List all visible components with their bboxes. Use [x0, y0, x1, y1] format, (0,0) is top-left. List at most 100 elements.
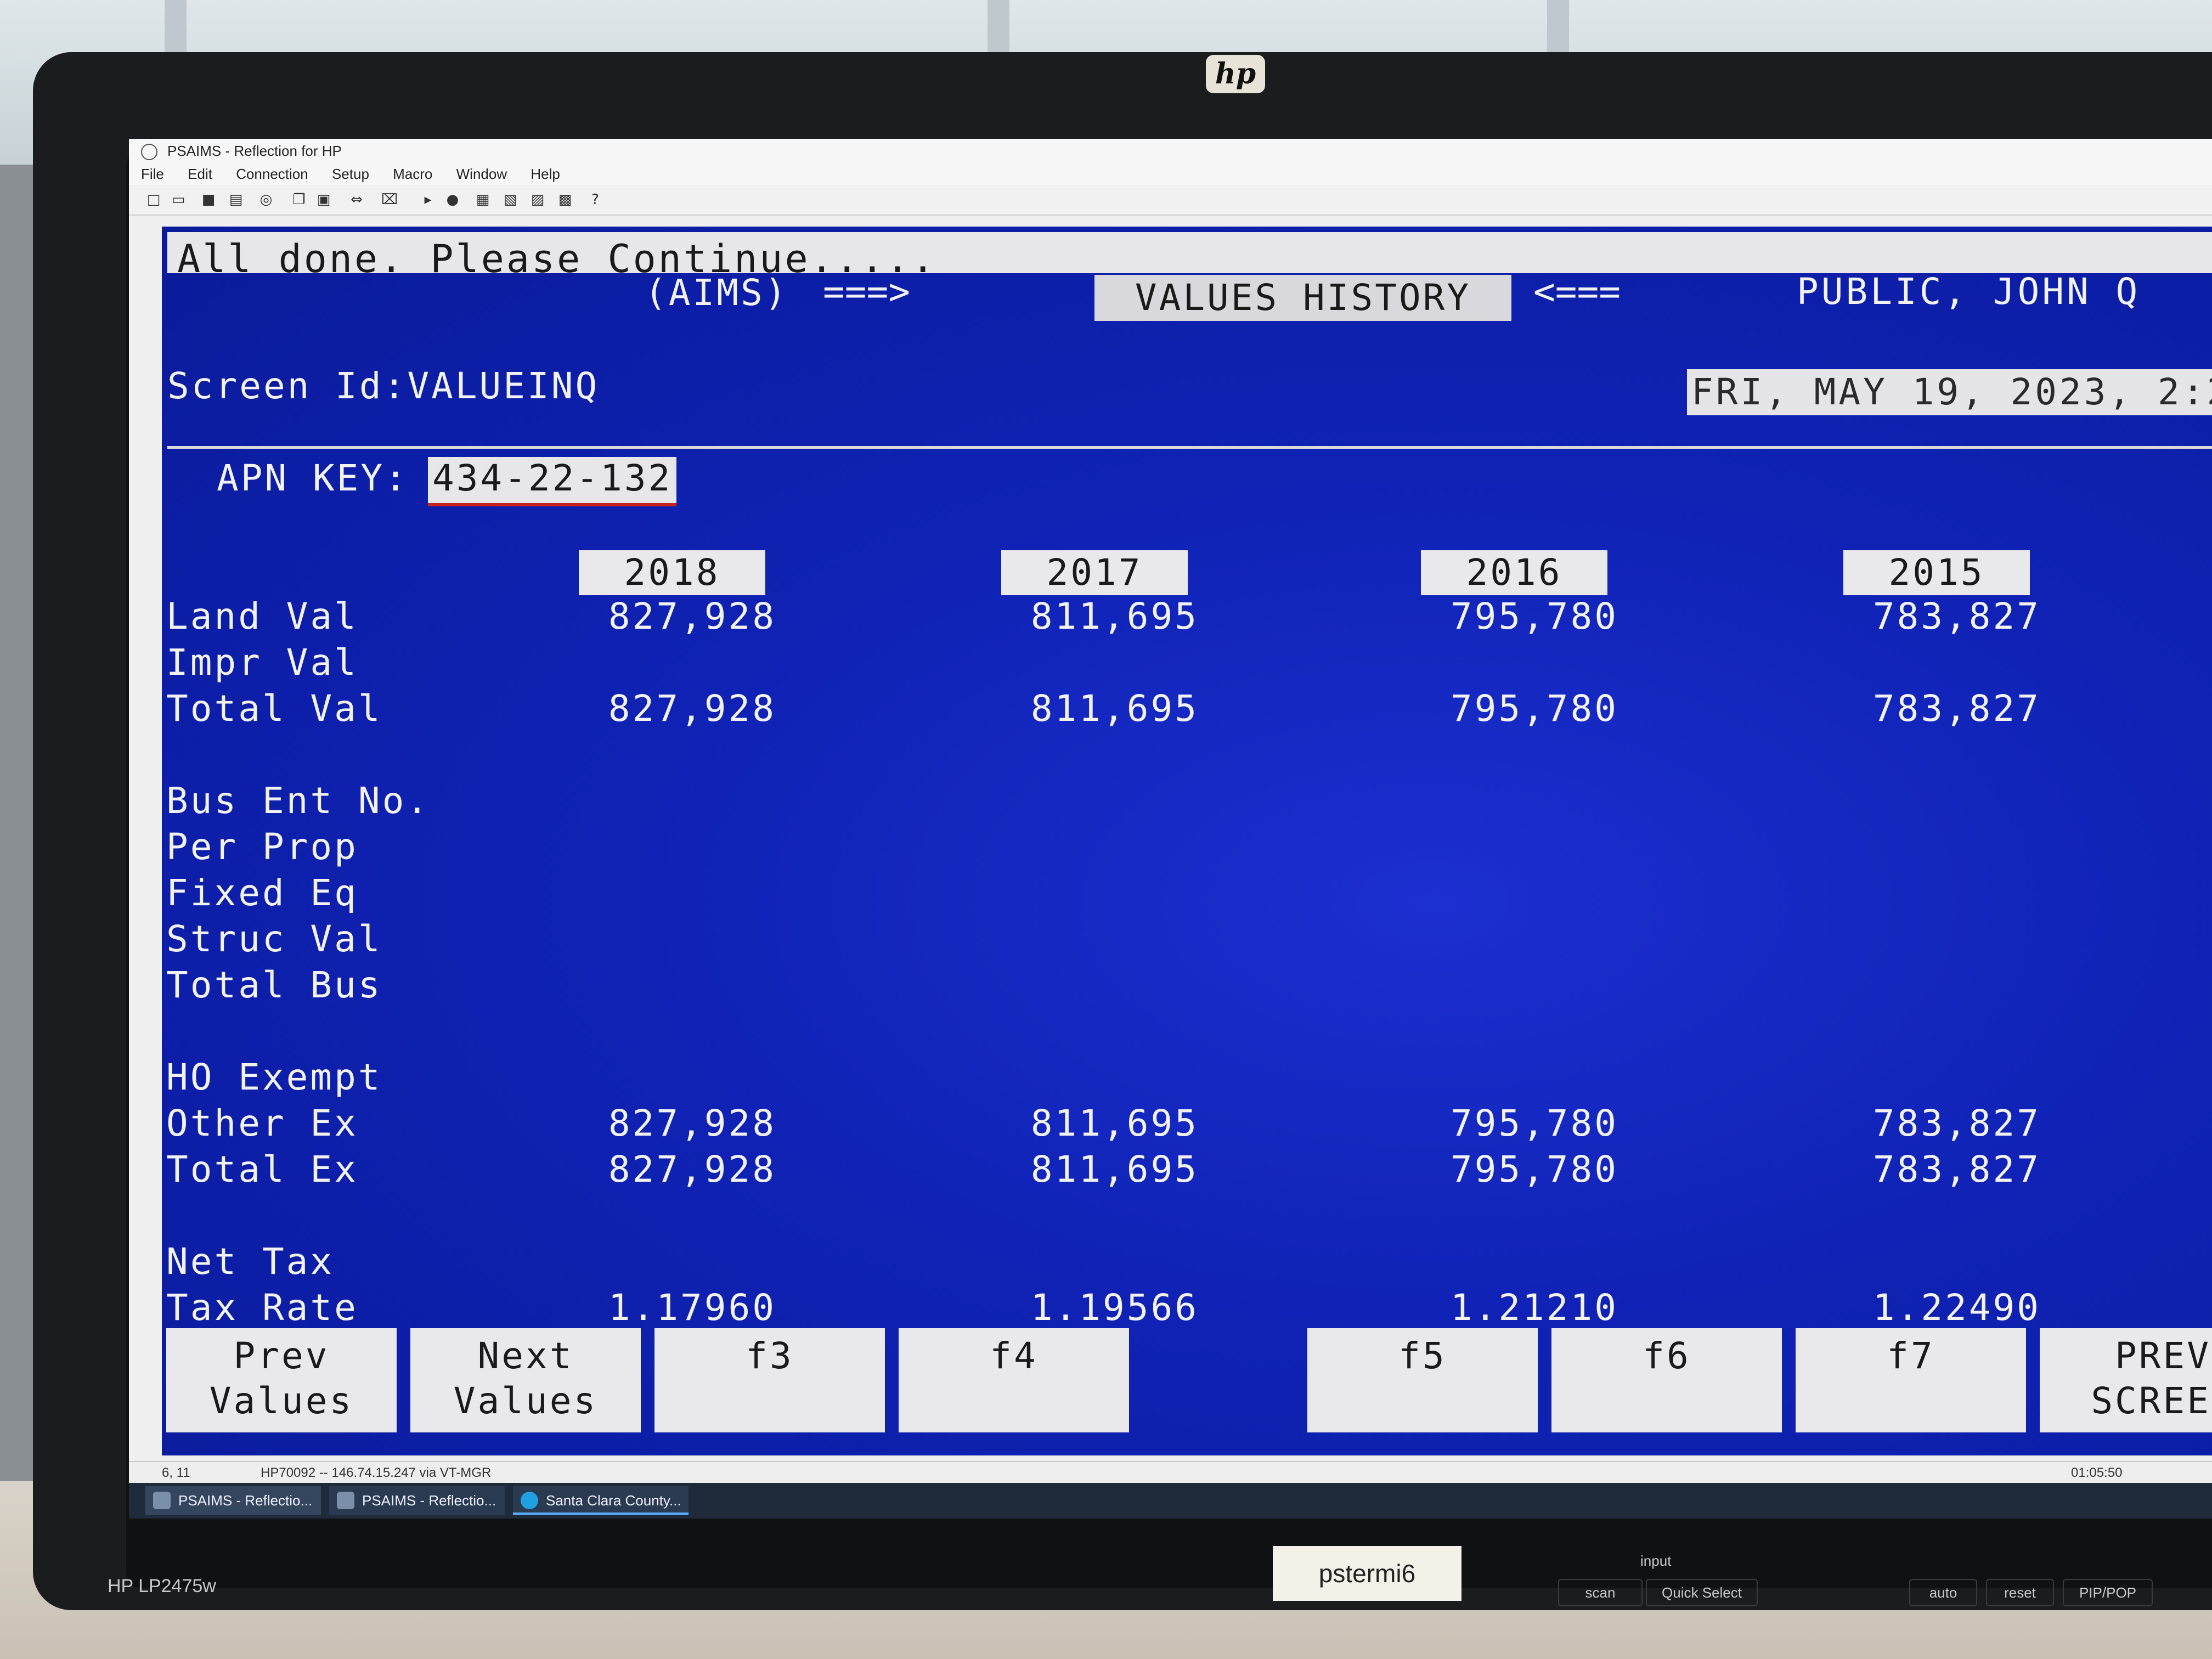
year-header-2018: 2018: [579, 550, 765, 595]
f5-button[interactable]: f5: [1307, 1328, 1538, 1432]
other-ex-2018: 827,928: [608, 1102, 776, 1144]
next-values-button[interactable]: Next Values: [410, 1328, 641, 1432]
cursor-position: 6, 11: [162, 1465, 190, 1480]
prev-screen-button[interactable]: PREV SCREE: [2040, 1328, 2212, 1432]
toolbar: □ ▭ ■ ▤ ◎ ❐ ▣ ⇔ ⌧ ▸ ● ▦ ▧ ▨ ▩ ?: [129, 185, 2212, 216]
total-val-2017: 811,695: [1030, 687, 1199, 730]
open-folder-icon[interactable]: ▭: [170, 191, 187, 208]
next-values-line2: Values: [453, 1380, 598, 1422]
taskbar-item-browser[interactable]: Santa Clara County...: [513, 1486, 689, 1515]
window-title: PSAIMS - Reflection for HP: [167, 143, 342, 159]
menu-setup[interactable]: Setup: [332, 163, 369, 185]
prev-values-line2: Values: [209, 1380, 354, 1422]
prev-screen-line2: SCREE: [2091, 1380, 2211, 1422]
next-values-line1: Next: [477, 1335, 574, 1377]
taskbar-item-psaims-2[interactable]: PSAIMS - Reflectio...: [329, 1486, 505, 1515]
total-ex-2016: 795,780: [1450, 1148, 1618, 1190]
other-ex-2015: 783,827: [1872, 1102, 2041, 1144]
label-tax-rate: Tax Rate: [166, 1286, 358, 1329]
owner-name: PUBLIC, JOHN Q: [1797, 270, 2141, 313]
send-file-icon[interactable]: ⌧: [381, 191, 398, 208]
land-val-2017: 811,695: [1030, 595, 1199, 637]
screen-id: Screen Id:VALUEINQ: [167, 365, 600, 407]
system-name: (AIMS): [645, 272, 789, 314]
computer-screen: PSAIMS - Reflection for HP File Edit Con…: [129, 139, 2212, 1519]
tax-rate-2015: 1.22490: [1872, 1286, 2041, 1329]
find-binoculars-icon[interactable]: ◎: [258, 191, 274, 208]
scan-button[interactable]: scan: [1558, 1579, 1643, 1606]
auto-button[interactable]: auto: [1909, 1579, 1977, 1606]
other-ex-2016: 795,780: [1450, 1102, 1618, 1144]
label-total-bus: Total Bus: [166, 964, 382, 1006]
menu-macro[interactable]: Macro: [393, 163, 432, 185]
prev-screen-line1: PREV: [2115, 1335, 2211, 1377]
year-header-2015: 2015: [1843, 550, 2030, 595]
keyboard-setup-icon[interactable]: ▨: [529, 191, 546, 208]
label-bus-ent-no: Bus Ent No.: [166, 780, 431, 822]
record-macro-icon[interactable]: ●: [444, 191, 461, 208]
label-struc-val: Struc Val: [166, 918, 382, 960]
land-val-2018: 827,928: [608, 595, 776, 637]
terminal-display[interactable]: All done. Please Continue..... (AIMS) ==…: [162, 227, 2212, 1455]
reset-button[interactable]: reset: [1986, 1579, 2054, 1606]
total-ex-2018: 827,928: [608, 1148, 776, 1190]
menu-file[interactable]: File: [141, 163, 164, 185]
status-line: All done. Please Continue.....: [167, 232, 2212, 281]
function-key-bar: Prev Values Next Values f3 f4 f5 f6 f7 P…: [166, 1328, 2212, 1432]
f6-button[interactable]: f6: [1551, 1328, 1782, 1432]
taskbar-item-label: PSAIMS - Reflectio...: [178, 1492, 313, 1509]
menu-connection[interactable]: Connection: [236, 163, 308, 185]
prev-values-button[interactable]: Prev Values: [166, 1328, 397, 1432]
print-icon[interactable]: ▤: [228, 191, 244, 208]
menu-window[interactable]: Window: [456, 163, 507, 185]
status-bar: 6, 11 HP70092 -- 146.74.15.247 via VT-MG…: [129, 1461, 2212, 1484]
menu-edit[interactable]: Edit: [188, 163, 212, 185]
paste-icon[interactable]: ▣: [315, 191, 332, 208]
color-setup-icon[interactable]: ▩: [557, 191, 573, 208]
label-total-val: Total Val: [166, 687, 382, 730]
menu-help[interactable]: Help: [531, 163, 560, 185]
f7-button[interactable]: f7: [1796, 1328, 2026, 1432]
year-header-2017: 2017: [1001, 550, 1188, 595]
save-icon[interactable]: ■: [200, 191, 217, 208]
land-val-2016: 795,780: [1450, 595, 1618, 637]
prev-values-line1: Prev: [233, 1335, 330, 1377]
other-ex-2017: 811,695: [1030, 1102, 1199, 1144]
help-pointer-icon[interactable]: ?: [587, 191, 603, 208]
session-timer: 01:05:50: [2071, 1465, 2123, 1480]
play-macro-icon[interactable]: ▸: [420, 191, 436, 208]
reflection-app-icon: [153, 1492, 171, 1509]
screen-title: VALUES HISTORY: [1094, 275, 1511, 321]
quick-select-button[interactable]: Quick Select: [1646, 1579, 1758, 1606]
total-val-2018: 827,928: [608, 687, 776, 730]
datetime-display: FRI, MAY 19, 2023, 2:26 PM: [1687, 369, 2212, 415]
menu-bar: File Edit Connection Setup Macro Window …: [129, 163, 2212, 185]
apn-key-input[interactable]: 434-22-132: [428, 457, 677, 506]
terminal-name-sticker: pstermi6: [1273, 1546, 1462, 1601]
reflection-app-icon: [337, 1492, 354, 1509]
display-setup-icon[interactable]: ▧: [502, 191, 518, 208]
taskbar-item-psaims-1[interactable]: PSAIMS - Reflectio...: [145, 1486, 321, 1515]
label-total-ex: Total Ex: [166, 1148, 358, 1190]
taskbar-item-label: PSAIMS - Reflectio...: [362, 1492, 496, 1509]
label-per-prop: Per Prop: [166, 826, 358, 868]
f3-button[interactable]: f3: [654, 1328, 885, 1432]
monitor-model-label: HP LP2475w: [108, 1576, 216, 1596]
f4-button[interactable]: f4: [899, 1328, 1129, 1432]
tax-rate-2016: 1.21210: [1450, 1286, 1618, 1329]
apn-key-label: APN KEY:: [217, 457, 409, 499]
copy-icon[interactable]: ❐: [291, 191, 307, 208]
tax-rate-2017: 1.19566: [1030, 1286, 1199, 1329]
land-val-2015: 783,827: [1872, 595, 2041, 637]
pip-pop-button[interactable]: PIP/POP: [2063, 1579, 2153, 1606]
input-label: input: [1640, 1553, 1672, 1569]
label-impr-val: Impr Val: [166, 641, 358, 684]
connect-icon[interactable]: ⇔: [348, 191, 365, 208]
settings-icon[interactable]: ▦: [475, 191, 491, 208]
edge-browser-icon: [521, 1492, 538, 1509]
label-fixed-eq: Fixed Eq: [166, 872, 358, 914]
reflection-app-icon: [141, 144, 157, 160]
year-header-2016: 2016: [1421, 550, 1607, 595]
total-ex-2015: 783,827: [1872, 1148, 2041, 1190]
new-document-icon[interactable]: □: [145, 191, 162, 208]
